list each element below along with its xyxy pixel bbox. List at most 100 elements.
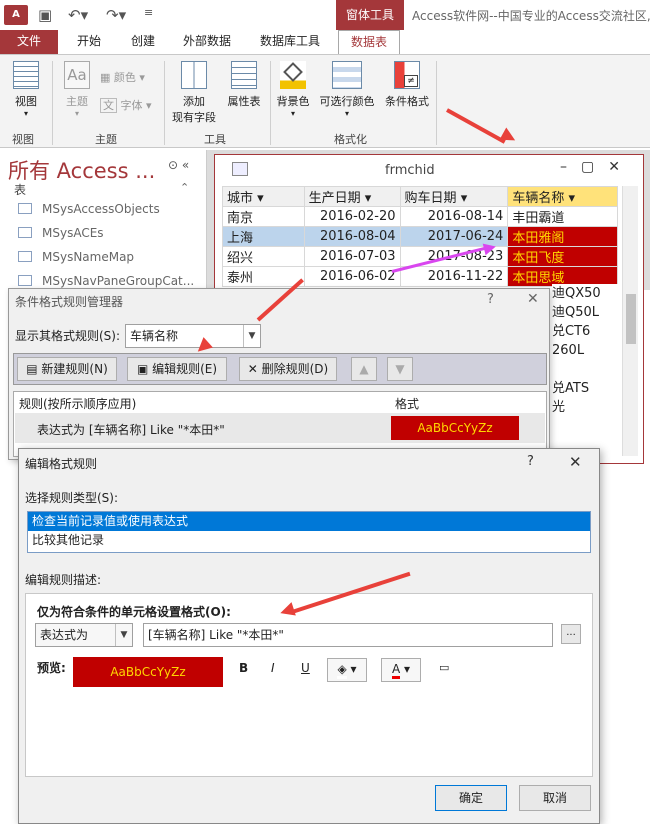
tab-external-data[interactable]: 外部数据 xyxy=(174,30,240,54)
collapse-section-icon[interactable]: ⌃ xyxy=(180,181,189,194)
tab-home[interactable]: 开始 xyxy=(66,30,112,54)
ok-button[interactable]: 确定 xyxy=(435,785,507,811)
move-down-button[interactable]: ▼ xyxy=(387,357,413,381)
alternate-row-color-button[interactable]: 可选行颜色 ▾ xyxy=(316,61,378,118)
tab-datasheet[interactable]: 数据表 xyxy=(338,30,400,54)
conditional-format-manager-dialog: 条件格式规则管理器 ? ✕ 显示其格式规则(S): 车辆名称 ▼ ▤ 新建规则(N… xyxy=(8,288,550,460)
underline-icon[interactable]: U xyxy=(301,661,310,675)
divider xyxy=(270,61,271,145)
paint-bucket-icon: ◈ xyxy=(337,662,347,679)
form-window-controls[interactable]: –▢✕ xyxy=(560,159,634,175)
new-rule-button[interactable]: ▤ 新建规则(N) xyxy=(17,357,117,381)
colors-button[interactable]: ▦ 颜色 ▾ xyxy=(100,69,145,85)
edit-rule-button[interactable]: ▣ 编辑规则(E) xyxy=(127,357,227,381)
vertical-scrollbar[interactable] xyxy=(622,186,638,456)
paint-bucket-icon xyxy=(280,61,306,89)
group-theme-label: 主题 xyxy=(95,133,117,146)
delete-rule-button[interactable]: ✕ 删除规则(D) xyxy=(239,357,337,381)
access-icon: A xyxy=(4,5,28,25)
ribbon-tabs: 文件 开始 创建 外部数据 数据库工具 数据表 xyxy=(0,30,650,54)
cancel-button[interactable]: 取消 xyxy=(519,785,591,811)
nav-menu-icon[interactable]: ⊙ « xyxy=(168,158,189,172)
chevron-down-icon: ▼ xyxy=(115,624,132,646)
table-row[interactable]: 南京 2016-02-20 2016-08-14 丰田霸道 xyxy=(222,206,618,227)
divider xyxy=(164,61,165,145)
column-header[interactable]: 生产日期 ▾ xyxy=(303,186,401,207)
fill-color-button[interactable]: ◈ ▾ xyxy=(327,658,367,682)
expression-builder-button[interactable]: ... xyxy=(561,624,581,644)
help-icon[interactable]: ? xyxy=(527,454,534,469)
window-title: Access软件网--中国专业的Access交流社区,基 xyxy=(412,9,650,23)
group-format-label: 格式化 xyxy=(334,133,367,146)
preview-label: 预览: xyxy=(37,661,66,675)
divider xyxy=(436,61,437,145)
edit-format-rule-dialog: 编辑格式规则 ? ✕ 选择规则类型(S): 检查当前记录值或使用表达式 比较其他… xyxy=(18,448,600,824)
conditional-formatting-button[interactable]: ≠ 条件格式 xyxy=(382,61,432,109)
format-preview: AaBbCcYyZz xyxy=(391,416,519,440)
conditional-format-icon: ≠ xyxy=(394,61,420,89)
partial-column: 迪QX50 迪Q50L 兑CT6 260L 兑ATS 光 xyxy=(552,284,618,417)
group-tools-label: 工具 xyxy=(204,133,226,146)
tab-create[interactable]: 创建 xyxy=(120,30,166,54)
scrollbar-thumb[interactable] xyxy=(626,294,636,344)
property-sheet-icon xyxy=(231,61,257,89)
font-color-button[interactable]: A ▾ xyxy=(381,658,421,682)
table-row[interactable]: 上海 2016-08-04 2017-06-24 本田雅阁 xyxy=(222,226,618,247)
nav-table-item[interactable]: MSysAccessObjects xyxy=(18,202,160,216)
nav-table-item[interactable]: MSysNavPaneGroupCat... xyxy=(18,274,194,288)
expression-input[interactable]: [车辆名称] Like "*本田*" xyxy=(143,623,553,647)
move-up-button[interactable]: ▲ xyxy=(351,357,377,381)
font-icon: 文 xyxy=(100,98,117,113)
dialog-title: 编辑格式规则 xyxy=(25,457,98,471)
group-view-label: 视图 xyxy=(12,133,34,146)
undo-icon[interactable]: ↶▾ xyxy=(68,6,88,24)
context-tab-title: 窗体工具 xyxy=(336,0,404,30)
rule-type-option-selected[interactable]: 检查当前记录值或使用表达式 xyxy=(28,512,590,531)
fonts-button[interactable]: 文 字体 ▾ xyxy=(100,97,152,113)
divider xyxy=(52,61,53,145)
customize-qat-icon[interactable]: ≡ xyxy=(144,6,153,19)
table-icon xyxy=(18,275,32,286)
tab-file[interactable]: 文件 xyxy=(0,30,58,54)
redo-icon[interactable]: ↷▾ xyxy=(106,6,126,24)
theme-button[interactable]: Aa 主题 ▾ xyxy=(58,61,96,118)
title-bar: A ▣ ↶▾ ↷▾ ≡ 窗体工具 Access软件网--中国专业的Access交… xyxy=(0,0,650,30)
nav-table-item[interactable]: MSysNameMap xyxy=(18,250,134,264)
nav-pane-title[interactable]: 所有 Access ... xyxy=(8,155,155,185)
table-icon xyxy=(18,251,32,262)
theme-icon: Aa xyxy=(64,61,90,89)
nav-section-tables[interactable]: 表 xyxy=(14,181,26,198)
bold-icon[interactable]: B xyxy=(239,661,248,675)
show-rules-label: 显示其格式规则(S): xyxy=(15,329,121,343)
column-header[interactable]: 车辆名称 ▾ xyxy=(507,186,618,207)
view-button[interactable]: 视图 ▾ xyxy=(8,61,44,118)
tab-database-tools[interactable]: 数据库工具 xyxy=(250,30,330,54)
font-color-icon: A xyxy=(391,662,401,679)
property-sheet-button[interactable]: 属性表 xyxy=(222,61,266,109)
form-icon xyxy=(232,162,248,176)
condition-type-select[interactable]: 表达式为 ▼ xyxy=(35,623,133,647)
rule-type-option[interactable]: 比较其他记录 xyxy=(28,531,590,550)
column-header[interactable]: 城市 ▾ xyxy=(222,186,305,207)
palette-icon: ▦ xyxy=(100,71,111,84)
save-icon[interactable]: ▣ xyxy=(38,6,52,24)
add-fields-icon xyxy=(181,61,207,89)
help-icon[interactable]: ? xyxy=(487,292,494,307)
close-icon[interactable]: ✕ xyxy=(569,453,582,471)
rule-type-list: 检查当前记录值或使用表达式 比较其他记录 xyxy=(27,511,591,553)
chevron-down-icon: ▼ xyxy=(243,325,260,347)
background-color-button[interactable]: 背景色 ▾ xyxy=(274,61,312,118)
italic-icon[interactable]: I xyxy=(271,661,275,675)
show-rules-select[interactable]: 车辆名称 ▼ xyxy=(125,324,261,348)
dialog-title: 条件格式规则管理器 xyxy=(15,295,124,309)
close-icon[interactable]: ✕ xyxy=(527,291,539,307)
enable-format-icon[interactable]: ▭ xyxy=(439,661,449,674)
rule-type-label: 选择规则类型(S): xyxy=(25,491,119,505)
format-only-label: 仅为符合条件的单元格设置格式(O): xyxy=(37,605,231,619)
nav-table-item[interactable]: MSysACEs xyxy=(18,226,104,240)
view-icon xyxy=(13,61,39,89)
add-existing-fields-button[interactable]: 添加 现有字段 xyxy=(168,61,220,125)
column-header[interactable]: 购车日期 ▾ xyxy=(399,186,509,207)
rule-description-label: 编辑规则描述: xyxy=(25,573,102,587)
ribbon: 视图 ▾ 视图 Aa 主题 ▾ ▦ 颜色 ▾ 文 字体 ▾ 主题 添加 现有字段 属性… xyxy=(0,54,650,148)
